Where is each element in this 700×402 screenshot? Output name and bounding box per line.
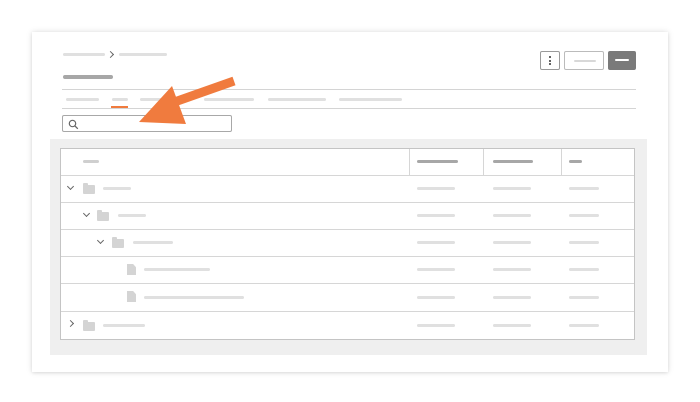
- arrow-pointer-icon: [139, 76, 236, 124]
